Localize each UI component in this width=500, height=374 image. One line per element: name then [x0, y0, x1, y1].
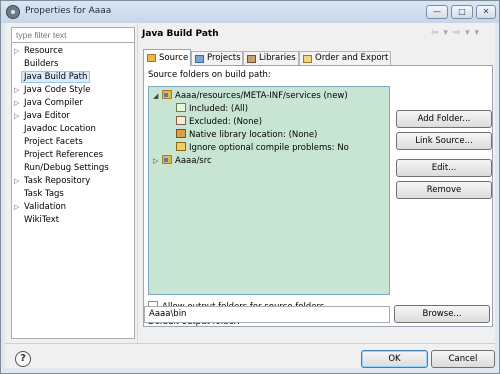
nav-item-task-tags[interactable]: Task Tags: [14, 188, 64, 201]
nav-item-label: Java Compiler: [24, 98, 83, 108]
tree-item-label: Ignore optional compile problems: No: [189, 143, 349, 153]
collapsed-icon[interactable]: ▷: [153, 155, 162, 167]
nav-item-java-code-style[interactable]: ▷ Java Code Style: [14, 84, 90, 97]
remove-button[interactable]: Remove: [396, 181, 492, 199]
edit-button[interactable]: Edit...: [396, 159, 492, 177]
properties-nav-tree: ▷ Resource Builders Java Build Path ▷ Java…: [11, 43, 135, 339]
source-folder-icon: [162, 90, 172, 99]
warning-icon: [176, 142, 186, 151]
page-title: Java Build Path: [142, 29, 219, 39]
expand-icon[interactable]: ▷: [14, 175, 24, 188]
sash-divider[interactable]: [137, 23, 138, 343]
nav-item-project-references[interactable]: Project References: [14, 149, 103, 162]
tab-source[interactable]: Source: [143, 49, 191, 66]
expanded-icon[interactable]: ◢: [153, 90, 162, 102]
app-icon: [6, 5, 20, 19]
properties-dialog: Properties for Aaaa — □ ✕ ▷Resource Buil…: [0, 0, 500, 374]
nav-item-label: Task Repository: [24, 176, 91, 186]
nav-item-wikitext[interactable]: WikiText: [14, 214, 59, 227]
nav-item-builders[interactable]: Builders: [14, 58, 59, 71]
browse-button[interactable]: Browse...: [394, 305, 490, 323]
history-navigation-icons[interactable]: ⇦ ▾ ⇨ ▾ ▾: [431, 28, 480, 38]
title-bar: Properties for Aaaa — □ ✕: [1, 1, 499, 23]
nav-item-java-compiler[interactable]: ▷ Java Compiler: [14, 97, 83, 110]
tree-item-source-folder[interactable]: ◢ Aaaa/resources/META-INF/services (new): [153, 90, 348, 102]
nav-item-resource[interactable]: ▷ Resource: [14, 45, 63, 58]
source-folder-icon: [162, 155, 172, 164]
source-tab-panel: Source folders on build path: ◢ Aaaa/reso…: [143, 65, 493, 327]
tab-label: Source: [159, 53, 189, 63]
nav-item-label: Resource: [24, 46, 63, 56]
nav-item-label: Project References: [24, 150, 104, 160]
libraries-icon: [247, 55, 256, 63]
expand-icon[interactable]: ▷: [14, 97, 24, 110]
source-folders-label-text: Source folders on build path:: [148, 70, 271, 80]
nav-item-task-repository[interactable]: ▷ Task Repository: [14, 175, 90, 188]
default-output-folder-field[interactable]: Aaaa\bin: [144, 306, 390, 323]
nav-item-javadoc-location[interactable]: Javadoc Location: [14, 123, 96, 136]
tab-bar: Source Projects Libraries Order and Expo…: [139, 49, 491, 66]
tree-item-src-folder[interactable]: ▷ Aaaa/src: [153, 155, 212, 167]
tree-item-label: Native library location: (None): [189, 130, 318, 140]
tree-item-label: Aaaa/src: [175, 156, 212, 166]
nav-item-java-build-path[interactable]: Java Build Path: [14, 71, 91, 84]
link-source-button[interactable]: Link Source...: [396, 132, 492, 150]
projects-icon: [195, 55, 204, 63]
excluded-icon: [176, 116, 186, 125]
source-folder-icon: [147, 54, 156, 62]
add-folder-button[interactable]: Add Folder...: [396, 110, 492, 128]
nav-item-label: Run/Debug Settings: [24, 163, 109, 173]
tree-item-included[interactable]: Included: (All): [176, 103, 248, 115]
nav-item-validation[interactable]: ▷ Validation: [14, 201, 66, 214]
tree-item-label: Aaaa/resources/META-INF/services (new): [175, 91, 348, 101]
native-library-icon: [176, 129, 186, 138]
nav-item-project-facets[interactable]: Project Facets: [14, 136, 83, 149]
ok-button[interactable]: OK: [361, 350, 428, 368]
included-icon: [176, 103, 186, 112]
nav-item-label: Java Build Path: [21, 71, 91, 83]
close-button[interactable]: ✕: [476, 5, 496, 19]
dialog-content: ▷Resource Builders Java Build Path ▷Java…: [5, 23, 495, 368]
nav-item-label: Builders: [24, 59, 59, 69]
nav-item-label: Task Tags: [24, 189, 64, 199]
tree-item-native-library[interactable]: Native library location: (None): [176, 129, 317, 141]
tab-label: Projects: [207, 53, 241, 63]
tree-item-label: Excluded: (None): [189, 117, 263, 127]
help-icon[interactable]: ?: [15, 351, 31, 367]
tab-label: Libraries: [259, 53, 296, 63]
nav-item-label: Java Code Style: [24, 85, 91, 95]
tab-projects[interactable]: Projects: [191, 51, 243, 65]
tree-item-ignore-optional[interactable]: Ignore optional compile problems: No: [176, 142, 349, 154]
nav-item-label: WikiText: [24, 215, 60, 225]
tab-libraries[interactable]: Libraries: [243, 51, 299, 65]
page-header: Java Build Path ⇦ ▾ ⇨ ▾ ▾: [140, 23, 495, 47]
expand-icon[interactable]: ▷: [14, 110, 24, 123]
nav-item-label: Javadoc Location: [24, 124, 96, 134]
tree-item-excluded[interactable]: Excluded: (None): [176, 116, 262, 128]
order-export-icon: [303, 55, 312, 63]
minimize-button[interactable]: —: [426, 5, 448, 19]
filter-input[interactable]: [11, 27, 135, 43]
footer-divider: [5, 343, 495, 344]
expand-icon[interactable]: ▷: [14, 84, 24, 97]
window-title: Properties for Aaaa: [25, 6, 112, 16]
source-folders-label: Source folders on build path:: [148, 70, 271, 80]
nav-item-label: Validation: [24, 202, 66, 212]
expand-icon[interactable]: ▷: [14, 45, 24, 58]
tab-order-and-export[interactable]: Order and Export: [299, 51, 391, 65]
source-folders-tree[interactable]: ◢ Aaaa/resources/META-INF/services (new) …: [148, 86, 390, 295]
nav-item-label: Java Editor: [24, 111, 70, 121]
maximize-button[interactable]: □: [451, 5, 473, 19]
cancel-button[interactable]: Cancel: [431, 350, 495, 368]
nav-item-run-debug-settings[interactable]: Run/Debug Settings: [14, 162, 109, 175]
tree-item-label: Included: (All): [189, 104, 249, 114]
nav-item-java-editor[interactable]: ▷ Java Editor: [14, 110, 70, 123]
expand-icon[interactable]: ▷: [14, 201, 24, 214]
nav-item-label: Project Facets: [24, 137, 83, 147]
tab-label: Order and Export: [315, 53, 389, 63]
